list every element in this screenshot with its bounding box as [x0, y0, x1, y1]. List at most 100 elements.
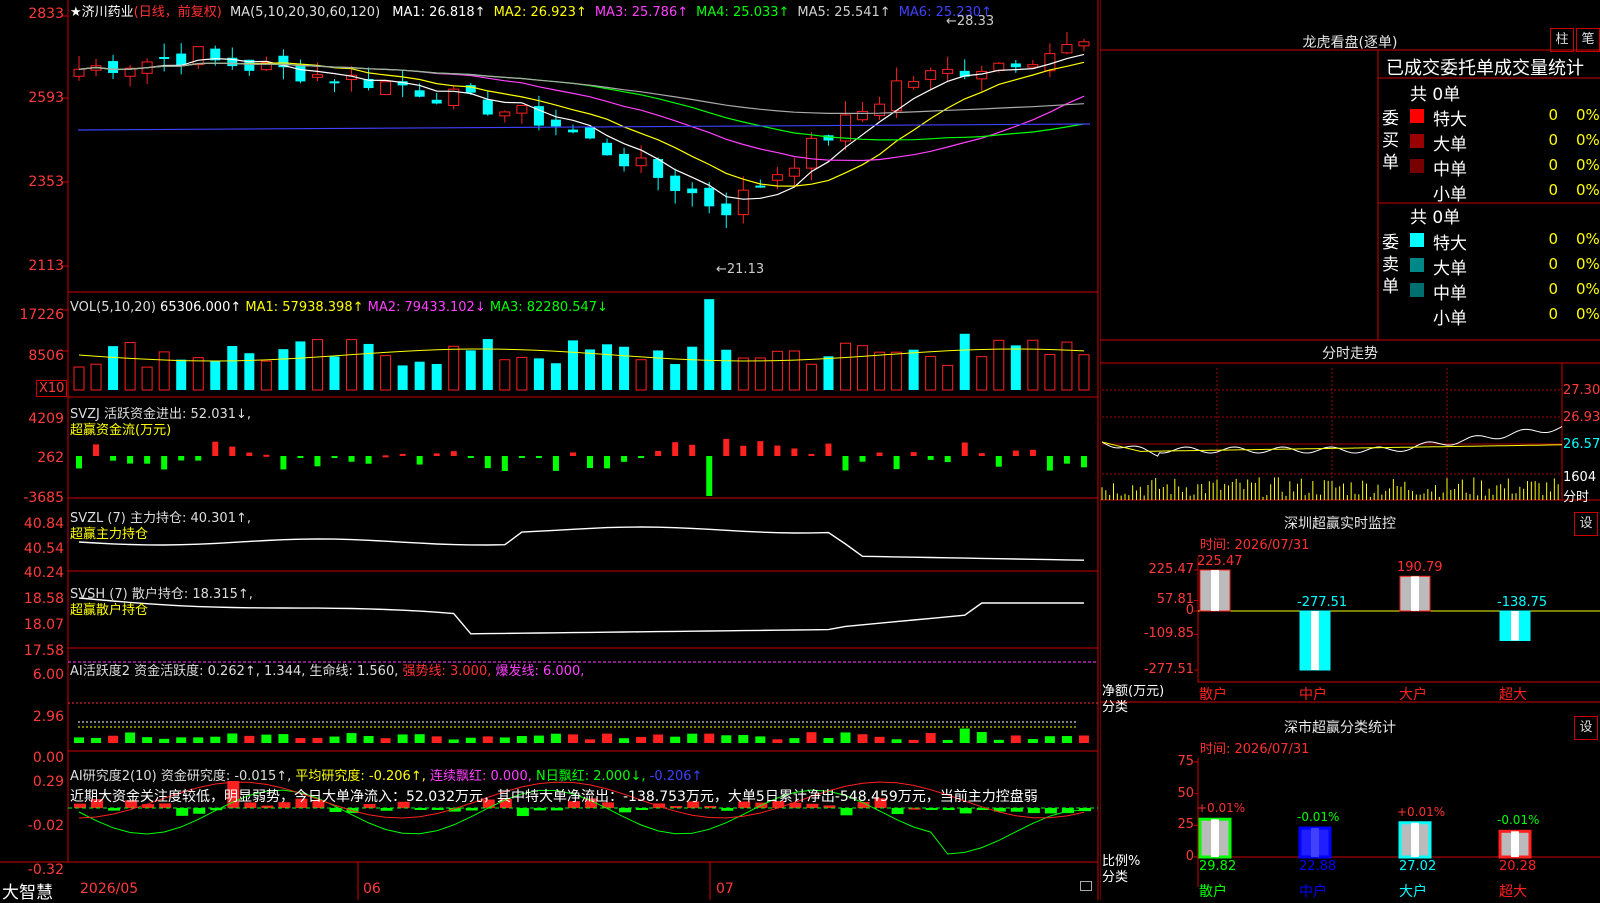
activity-bar	[397, 734, 408, 743]
stats-value: 29.82	[1199, 859, 1237, 874]
order-count: 0	[1548, 106, 1558, 124]
stats-tick: 0	[1185, 849, 1194, 864]
ma-params: MA(5,10,20,30,60,120)	[229, 5, 381, 20]
stats-title: 深市超赢分类统计	[1284, 720, 1396, 736]
category-label: 散户	[1199, 884, 1227, 900]
volume-bar	[311, 339, 323, 391]
ai1-strong: 强势线: 3.000,	[402, 664, 492, 679]
svzj-bar	[365, 456, 372, 464]
intraday-vol-label: 1604	[1563, 470, 1597, 485]
order-stats-tabs[interactable]: 已成交委托单成交量统计	[1386, 54, 1584, 80]
volume-bar	[635, 359, 647, 391]
monitor-settings-button[interactable]: 设	[1574, 512, 1598, 536]
intraday-tick: 27.30	[1563, 383, 1600, 398]
monitor-bar-label: -277.51	[1297, 595, 1348, 610]
svzj-bar	[144, 456, 151, 464]
monitor-bar-highlight	[1211, 570, 1219, 611]
order-percent: 0%	[1576, 280, 1600, 298]
svzj-bar	[535, 456, 542, 458]
activity-bar	[312, 737, 323, 743]
ai2-description: 近期大资金关注度较低，明显弱势，今日大单净流入：52.032万元，其中特大单净流…	[70, 789, 1038, 805]
research-bar	[193, 808, 206, 814]
svzj-bar	[552, 456, 559, 471]
volume-bar	[363, 343, 374, 390]
research-bar	[176, 808, 189, 816]
category-label: 超大	[1499, 884, 1527, 900]
legend-swatch	[1410, 184, 1424, 198]
chart-mode[interactable]: (日线，前复权)	[134, 5, 222, 20]
svzj-bar	[518, 456, 525, 458]
volume-bar	[482, 339, 493, 390]
volume-bar	[329, 356, 340, 390]
category-label: 中户	[1299, 687, 1327, 703]
order-count: 0	[1548, 181, 1558, 199]
candle-down	[704, 187, 715, 207]
vol-ma1: MA1: 57938.398↑	[245, 300, 364, 315]
stats-tick: 75	[1177, 754, 1194, 769]
svzj-bar	[825, 443, 832, 456]
low-marker: ←21.13	[716, 262, 765, 277]
ai2-ndays: N日飘红: 2.000↓,	[536, 769, 646, 784]
research-bar	[959, 808, 972, 814]
candle-up	[840, 114, 851, 142]
ai2-tick: 0.29	[32, 774, 64, 790]
intraday-time-label[interactable]: 分时	[1563, 486, 1589, 505]
activity-bar	[653, 734, 664, 743]
order-size-label: 大单	[1433, 259, 1467, 279]
volume-bar	[346, 339, 358, 391]
activity-bar	[363, 736, 374, 743]
volume-bar	[874, 351, 886, 391]
stats-bar-highlight	[1411, 822, 1419, 857]
monitor-tick: -277.51	[1143, 662, 1194, 677]
candle-down	[176, 53, 187, 66]
svzj-bar	[127, 456, 134, 464]
svzj-bar	[893, 456, 900, 470]
lock-icon[interactable]	[1080, 881, 1092, 891]
activity-bar	[874, 736, 885, 743]
monitor-bar-highlight	[1311, 611, 1319, 670]
stats-value: 20.28	[1499, 859, 1537, 874]
candle-up	[891, 80, 903, 112]
activity-bar	[1044, 736, 1055, 743]
svzj-bar	[944, 456, 951, 463]
kline-chart-area[interactable]: ★济川药业(日线，前复权) MA(5,10,20,30,60,120) MA1:…	[0, 0, 1100, 903]
order-count: 0	[1548, 255, 1558, 273]
ai1-tick: 2.96	[32, 709, 64, 725]
svzj-bar	[450, 451, 457, 456]
vol-unit[interactable]: X10	[36, 380, 68, 397]
svzj-bar	[229, 446, 236, 456]
research-bar	[1044, 808, 1057, 814]
svzj-tick: -3685	[23, 490, 64, 506]
order-size-label: 中单	[1433, 160, 1467, 180]
svzl-tick: 40.54	[23, 541, 64, 557]
volume-bar	[704, 299, 715, 390]
volume-bar	[925, 355, 937, 391]
brand-logo[interactable]: 大智慧	[2, 878, 53, 903]
buy-side-label: 委买单	[1382, 109, 1399, 173]
order-size-label: 大单	[1433, 135, 1467, 155]
stats-bar-highlight	[1211, 819, 1219, 857]
candle-up	[874, 103, 886, 117]
svzl-line	[78, 526, 1085, 561]
svzj-bar	[297, 456, 304, 458]
order-size-label: 特大	[1433, 234, 1467, 254]
favorite-star-icon[interactable]: ★	[70, 5, 82, 20]
stats-delta: -0.01%	[1297, 810, 1340, 825]
count-view-button[interactable]: 笔	[1576, 28, 1600, 52]
ai2-label: AI研究度2(10) 资金研究度: -0.015↑,	[70, 769, 292, 784]
stats-delta: -0.01%	[1497, 813, 1540, 828]
price-header: ★济川药业(日线，前复权) MA(5,10,20,30,60,120) MA1:…	[70, 1, 992, 20]
activity-bar	[772, 739, 783, 743]
svzl-tick: 40.24	[23, 565, 64, 581]
price-tick: 2833	[28, 6, 64, 22]
order-count: 0	[1548, 230, 1558, 248]
volume-bar	[823, 356, 834, 390]
stats-settings-button[interactable]: 设	[1574, 716, 1598, 740]
ai1-tick: 0.00	[32, 750, 64, 766]
activity-bar	[550, 733, 561, 743]
vol-ma3: MA3: 82280.547↓	[489, 300, 608, 315]
activity-bar	[295, 737, 306, 743]
activity-bar	[210, 736, 221, 743]
svzj-bar	[842, 456, 849, 471]
bar-view-button[interactable]: 柱	[1550, 28, 1574, 52]
